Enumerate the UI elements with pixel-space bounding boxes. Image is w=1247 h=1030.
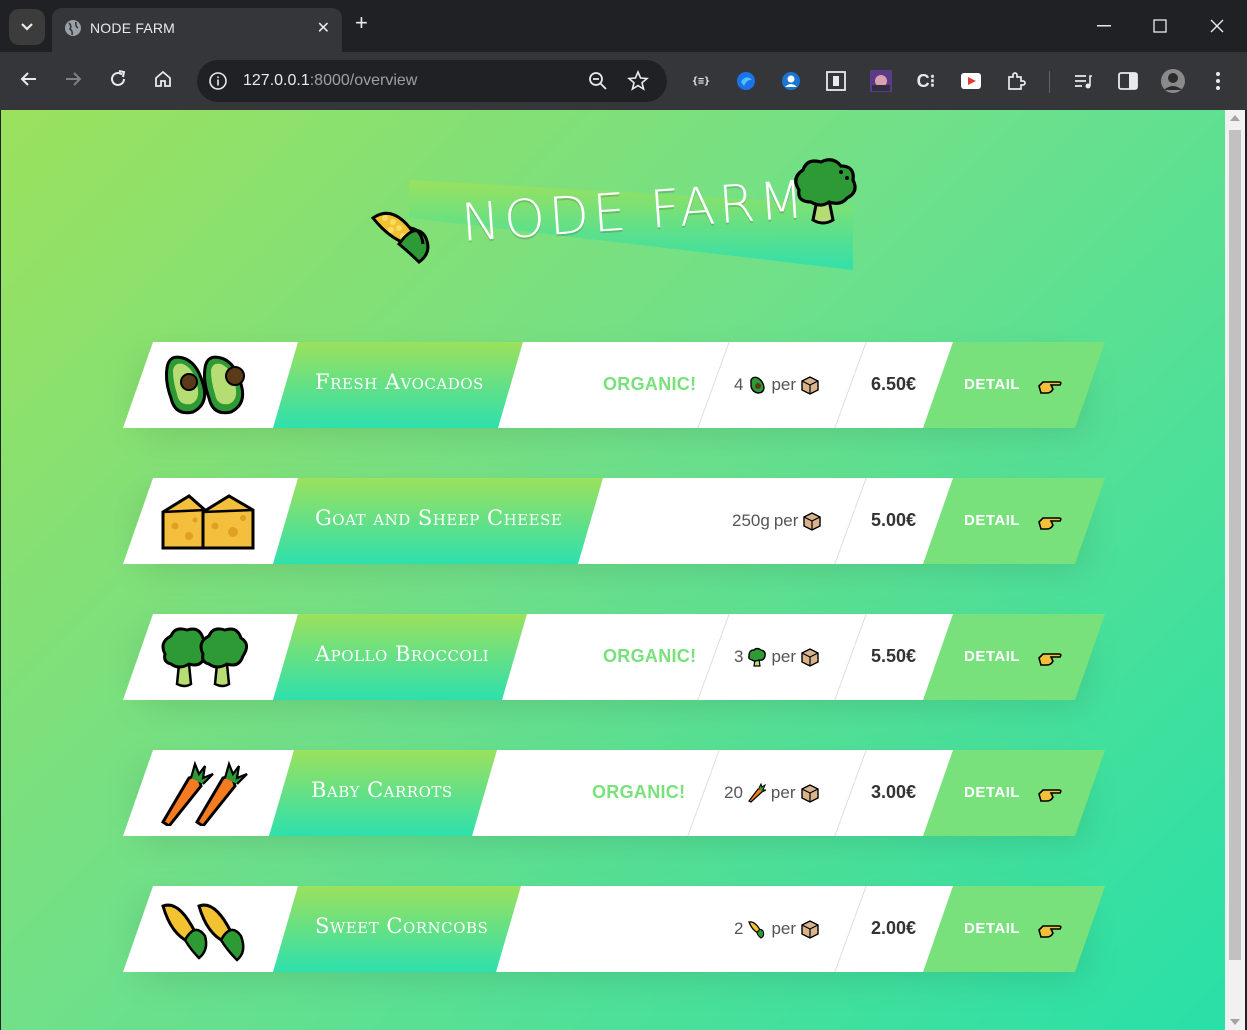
product-card: Sweet Corncobs 2 per 2.00€ DETAIL <box>123 886 1105 976</box>
box-icon <box>803 512 822 531</box>
profile-avatar[interactable] <box>1160 68 1186 94</box>
tab-title: NODE FARM <box>90 20 176 36</box>
close-tab-icon[interactable]: ✕ <box>317 18 330 38</box>
corn-icon <box>370 211 430 264</box>
code-extension-icon[interactable]: C⁝ <box>913 68 939 94</box>
product-quantity: 2 per <box>734 919 820 939</box>
detail-label: DETAIL <box>964 376 1021 393</box>
organic-label: ORGANIC! <box>603 374 697 394</box>
frame-extension-icon[interactable] <box>823 68 849 94</box>
tab-strip: NODE FARM ✕ + <box>0 0 1247 52</box>
side-panel-icon[interactable] <box>1115 68 1141 94</box>
detail-button[interactable]: DETAIL <box>923 614 1105 700</box>
avocado-icon <box>165 355 245 415</box>
scroll-up-arrow-icon[interactable] <box>1230 115 1240 121</box>
corn-icon <box>161 903 245 962</box>
detail-label: DETAIL <box>964 648 1021 665</box>
vertical-scrollbar[interactable] <box>1225 110 1245 1030</box>
menu-kebab-icon[interactable] <box>1205 68 1231 94</box>
browser-toolbar: 127.0.0.1:8000/overview {≡} C⁝ <box>0 52 1247 110</box>
close-window-icon[interactable] <box>1210 19 1224 33</box>
forward-icon[interactable] <box>63 69 83 89</box>
broccoli-icon <box>794 158 857 225</box>
product-price: 3.00€ <box>871 782 917 802</box>
product-card: Baby Carrots ORGANIC! 20 per 3.00€ DETAI… <box>123 750 1105 840</box>
bookmark-star-icon[interactable] <box>627 70 649 92</box>
product-price: 2.00€ <box>871 918 917 938</box>
scroll-down-arrow-icon[interactable] <box>1230 1019 1240 1025</box>
maximize-icon[interactable] <box>1153 19 1167 33</box>
video-extension-icon[interactable] <box>958 68 984 94</box>
product-price: 6.50€ <box>871 374 917 394</box>
json-viewer-extension-icon[interactable]: {≡} <box>688 68 714 94</box>
pointing-hand-icon <box>1037 646 1063 668</box>
pointing-hand-icon <box>1037 918 1063 940</box>
pointing-hand-icon <box>1037 510 1063 532</box>
carrot-icon <box>160 760 248 826</box>
broccoli-icon <box>161 627 248 688</box>
detail-label: DETAIL <box>964 784 1021 801</box>
blue-orb-extension-icon[interactable] <box>733 68 759 94</box>
product-name[interactable]: Sweet Corncobs <box>315 914 488 938</box>
pointing-hand-icon <box>1037 782 1063 804</box>
toolbar-divider <box>1049 71 1050 93</box>
product-quantity: 20 per <box>724 783 820 803</box>
page-heading: NODE FARM <box>351 150 871 290</box>
detail-label: DETAIL <box>964 512 1021 529</box>
carrot-icon <box>748 783 767 803</box>
avatar-extension-icon[interactable] <box>868 68 894 94</box>
organic-label: ORGANIC! <box>603 646 697 666</box>
product-card: Apollo Broccoli ORGANIC! 3 per 5.50€ DET… <box>123 614 1105 704</box>
scroll-thumb[interactable] <box>1229 130 1241 960</box>
product-quantity: 250g per <box>732 511 822 531</box>
url-text[interactable]: 127.0.0.1:8000/overview <box>243 72 417 90</box>
product-name[interactable]: Baby Carrots <box>311 778 453 802</box>
extensions-puzzle-icon[interactable] <box>1003 68 1029 94</box>
chevron-down-icon <box>21 23 33 31</box>
product-name[interactable]: Goat and Sheep Cheese <box>315 506 562 530</box>
broccoli-icon <box>748 647 767 667</box>
globe-icon <box>65 20 81 36</box>
detail-label: DETAIL <box>964 920 1021 937</box>
media-controls-icon[interactable] <box>1070 68 1096 94</box>
product-price: 5.00€ <box>871 510 917 530</box>
detail-button[interactable]: DETAIL <box>923 886 1105 972</box>
minimize-icon[interactable] <box>1097 25 1111 27</box>
box-icon <box>801 920 819 939</box>
box-icon <box>800 784 819 803</box>
detail-button[interactable]: DETAIL <box>923 478 1105 564</box>
detail-button[interactable]: DETAIL <box>923 750 1105 836</box>
product-quantity: 4 per <box>734 375 820 395</box>
product-card: Fresh Avocados ORGANIC! 4 per 6.50€ DETA… <box>123 342 1105 432</box>
new-tab-button[interactable]: + <box>355 12 368 34</box>
box-icon <box>801 376 819 395</box>
home-icon[interactable] <box>153 69 173 89</box>
zoom-icon[interactable] <box>587 70 609 92</box>
reload-icon[interactable] <box>108 69 128 89</box>
box-icon <box>801 648 819 667</box>
pointing-hand-icon <box>1037 374 1063 396</box>
product-name[interactable]: Fresh Avocados <box>315 370 484 394</box>
organic-label: ORGANIC! <box>592 782 686 802</box>
back-icon[interactable] <box>19 69 39 89</box>
corn-icon <box>748 921 765 939</box>
product-price: 5.50€ <box>871 646 917 666</box>
detail-button[interactable]: DETAIL <box>923 342 1105 428</box>
site-info-icon[interactable] <box>207 70 229 92</box>
profile-extension-icon[interactable] <box>778 68 804 94</box>
product-name[interactable]: Apollo Broccoli <box>315 642 489 666</box>
product-card: Goat and Sheep Cheese 250g per 5.00€ DET… <box>123 478 1105 568</box>
product-quantity: 3 per <box>734 647 820 667</box>
avocado-icon <box>750 376 766 394</box>
page-viewport: NODE FARM Fresh Avocados ORGANIC! 4 per … <box>1 110 1225 1030</box>
cheese-icon <box>161 494 255 550</box>
active-tab[interactable]: NODE FARM ✕ <box>52 8 342 52</box>
address-bar[interactable]: 127.0.0.1:8000/overview <box>197 60 667 102</box>
tab-search-button[interactable] <box>9 9 45 45</box>
